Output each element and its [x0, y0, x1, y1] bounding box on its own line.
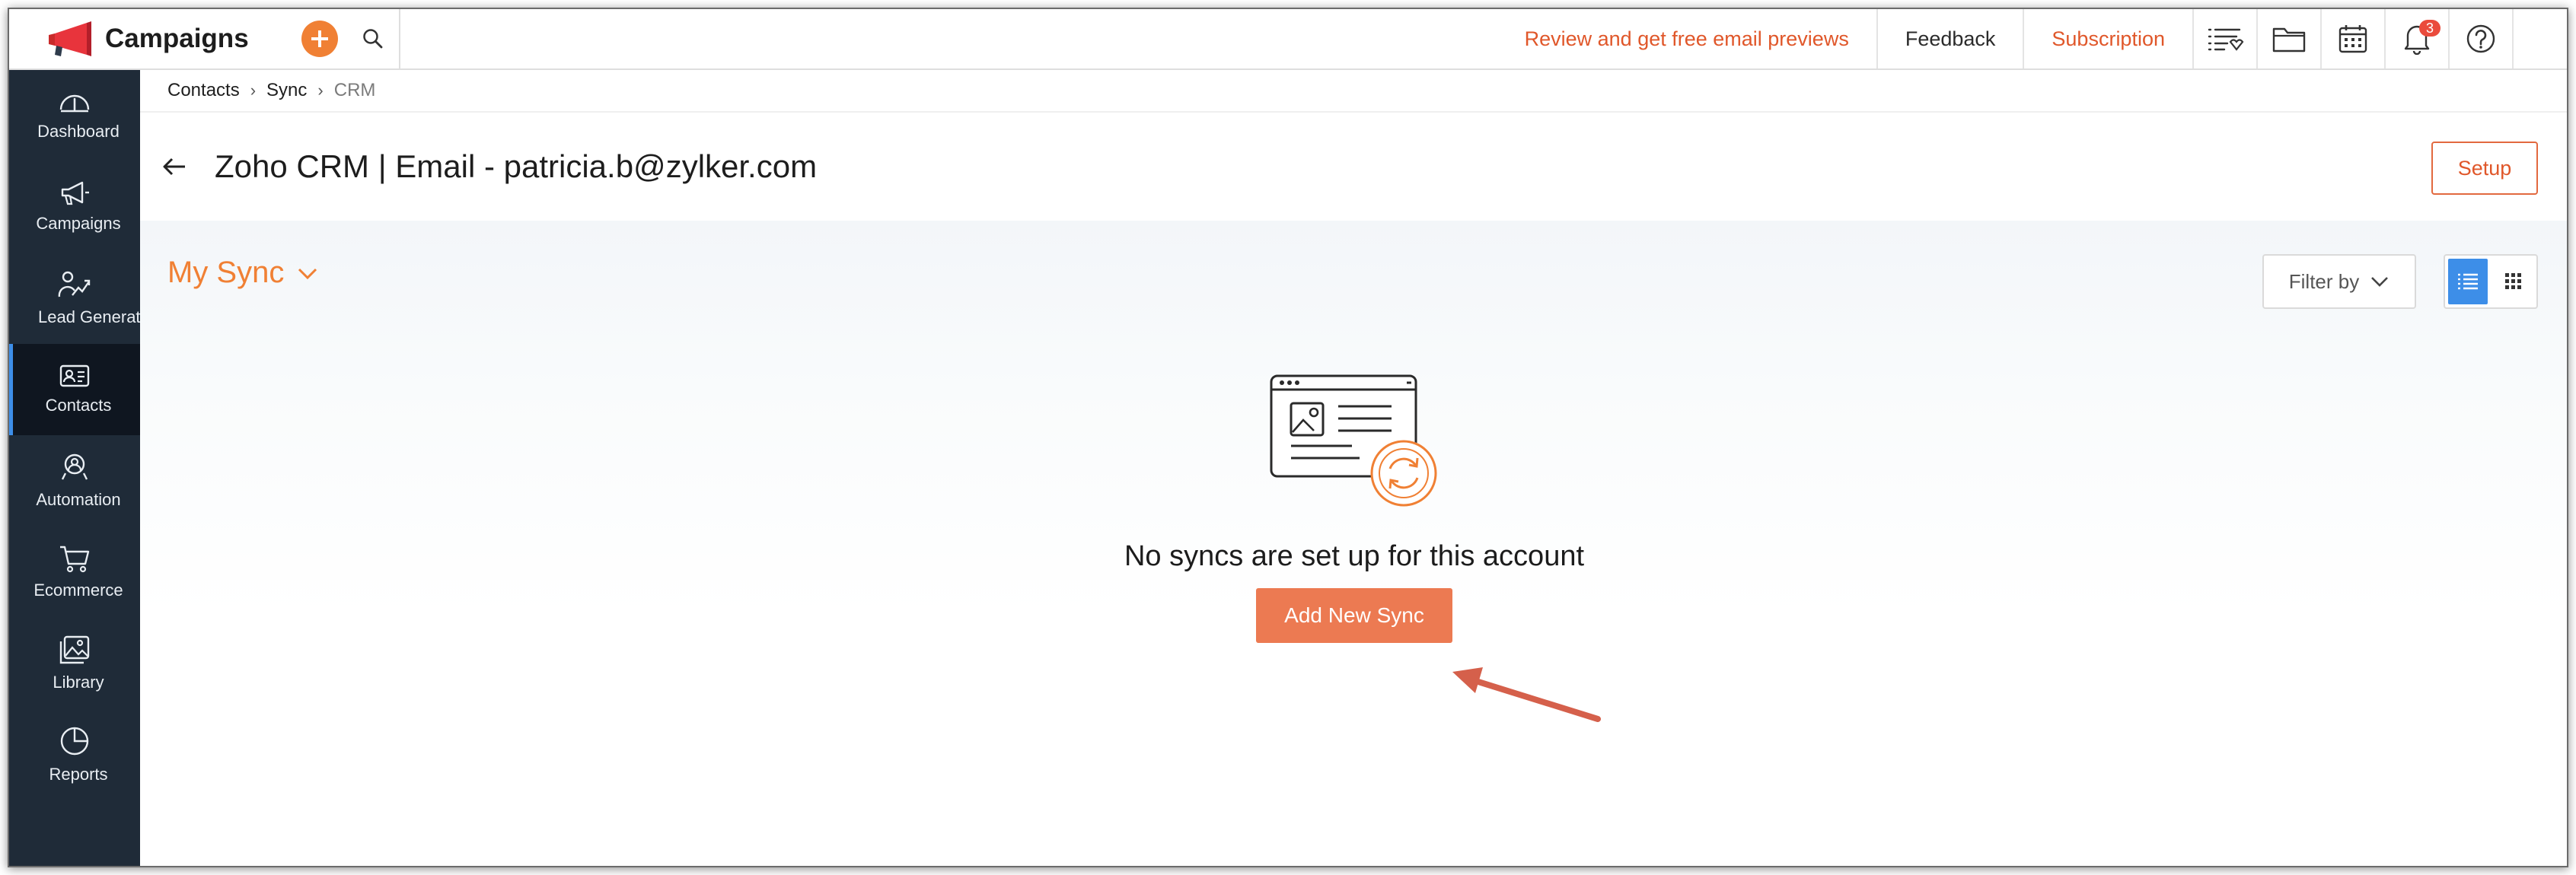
sidebar-item-label: Dashboard [37, 122, 120, 141]
calendar-icon [2338, 25, 2367, 53]
cart-icon [60, 546, 90, 573]
list-view-button[interactable] [2448, 259, 2488, 304]
breadcrumb-crm: CRM [333, 80, 376, 100]
sidebar-item-automation[interactable]: Automation [9, 435, 140, 527]
back-button[interactable] [161, 151, 192, 182]
breadcrumb-contacts[interactable]: Contacts [167, 80, 240, 101]
folder-button[interactable] [2258, 9, 2322, 68]
help-button[interactable] [2450, 9, 2514, 68]
lead-generation-icon [58, 271, 91, 298]
app-window: Campaigns Review and get free email prev… [8, 8, 2568, 867]
quick-create-button[interactable] [301, 21, 338, 57]
chevron-right-icon: › [317, 81, 324, 100]
subscription-link[interactable]: Subscription [2024, 9, 2194, 68]
filter-by-dropdown[interactable]: Filter by [2262, 254, 2416, 309]
sync-content-area: My Sync Filter by No syncs are set up fo… [140, 221, 2567, 866]
sidebar-item-ecommerce[interactable]: Ecommerce [9, 527, 140, 618]
empty-state: No syncs are set up for this account Add… [140, 373, 2567, 643]
automation-icon [61, 453, 88, 480]
image-library-icon [59, 635, 90, 664]
sidebar-item-label: Reports [49, 765, 108, 784]
empty-state-message: No syncs are set up for this account [1124, 540, 1585, 572]
campaigns-logo-icon [49, 21, 91, 56]
megaphone-icon [61, 181, 89, 205]
sidebar-item-label: Contacts [45, 396, 112, 415]
top-bar: Campaigns Review and get free email prev… [9, 9, 2567, 70]
breadcrumb: Contacts › Sync › CRM [140, 70, 2567, 113]
search-icon [363, 29, 383, 49]
review-previews-link[interactable]: Review and get free email previews [1497, 9, 1878, 68]
help-icon [2466, 24, 2495, 53]
notification-count-badge: 3 [2419, 20, 2441, 37]
pie-chart-icon [60, 727, 89, 756]
sidebar-item-library[interactable]: Library [9, 618, 140, 709]
sidebar-item-reports[interactable]: Reports [9, 709, 140, 800]
page-title: Zoho CRM | Email - patricia.b@zylker.com [215, 148, 818, 184]
dashboard-gauge-icon [59, 94, 90, 113]
sidebar-item-contacts[interactable]: Contacts [9, 344, 140, 435]
calendar-button[interactable] [2322, 9, 2386, 68]
list-view-icon [2458, 273, 2478, 290]
list-filter-button[interactable] [2194, 9, 2258, 68]
grid-view-button[interactable] [2491, 256, 2536, 307]
list-filter-icon [2208, 28, 2244, 51]
view-toggle [2444, 254, 2538, 309]
sidebar-item-label: Library [53, 673, 104, 692]
chevron-right-icon: › [250, 81, 257, 100]
sidebar-item-label: Campaigns [36, 214, 121, 233]
sidebar-item-label: Lead Generation [38, 307, 140, 326]
folder-icon [2272, 27, 2306, 52]
top-right-actions: Review and get free email previews Feedb… [1497, 9, 2567, 68]
sidebar-item-label: Ecommerce [33, 581, 123, 600]
grid-view-icon [2505, 273, 2521, 289]
sync-illustration-icon [1270, 374, 1437, 507]
contact-card-icon [59, 364, 90, 387]
filter-by-label: Filter by [2288, 269, 2360, 293]
annotation-arrow-icon [1452, 667, 1601, 722]
page-header: Zoho CRM | Email - patricia.b@zylker.com… [140, 113, 2567, 221]
notifications-button[interactable]: 3 [2386, 9, 2450, 68]
breadcrumb-sync[interactable]: Sync [266, 80, 307, 101]
sidebar-item-lead-generation[interactable]: Lead Generation [9, 253, 140, 344]
search-button[interactable] [347, 9, 400, 69]
add-new-sync-button[interactable]: Add New Sync [1256, 588, 1452, 643]
setup-button[interactable]: Setup [2431, 142, 2538, 195]
arrow-left-icon [163, 158, 185, 176]
chevron-down-icon [2371, 277, 2389, 287]
sidebar-item-label: Automation [36, 490, 121, 509]
feedback-link[interactable]: Feedback [1878, 9, 2025, 68]
sidebar-item-campaigns[interactable]: Campaigns [9, 161, 140, 253]
sidebar-item-dashboard[interactable]: Dashboard [9, 70, 140, 161]
main-content: Contacts › Sync › CRM Zoho CRM | Email -… [140, 70, 2567, 866]
plus-icon [311, 30, 328, 47]
brand[interactable]: Campaigns [9, 9, 286, 68]
app-name: Campaigns [105, 24, 249, 53]
sidebar: Dashboard Campaigns Lead Generation [9, 70, 140, 866]
sync-selector-label: My Sync [167, 256, 285, 289]
chevron-down-icon [298, 268, 317, 279]
sync-selector-dropdown[interactable]: My Sync [167, 256, 319, 290]
